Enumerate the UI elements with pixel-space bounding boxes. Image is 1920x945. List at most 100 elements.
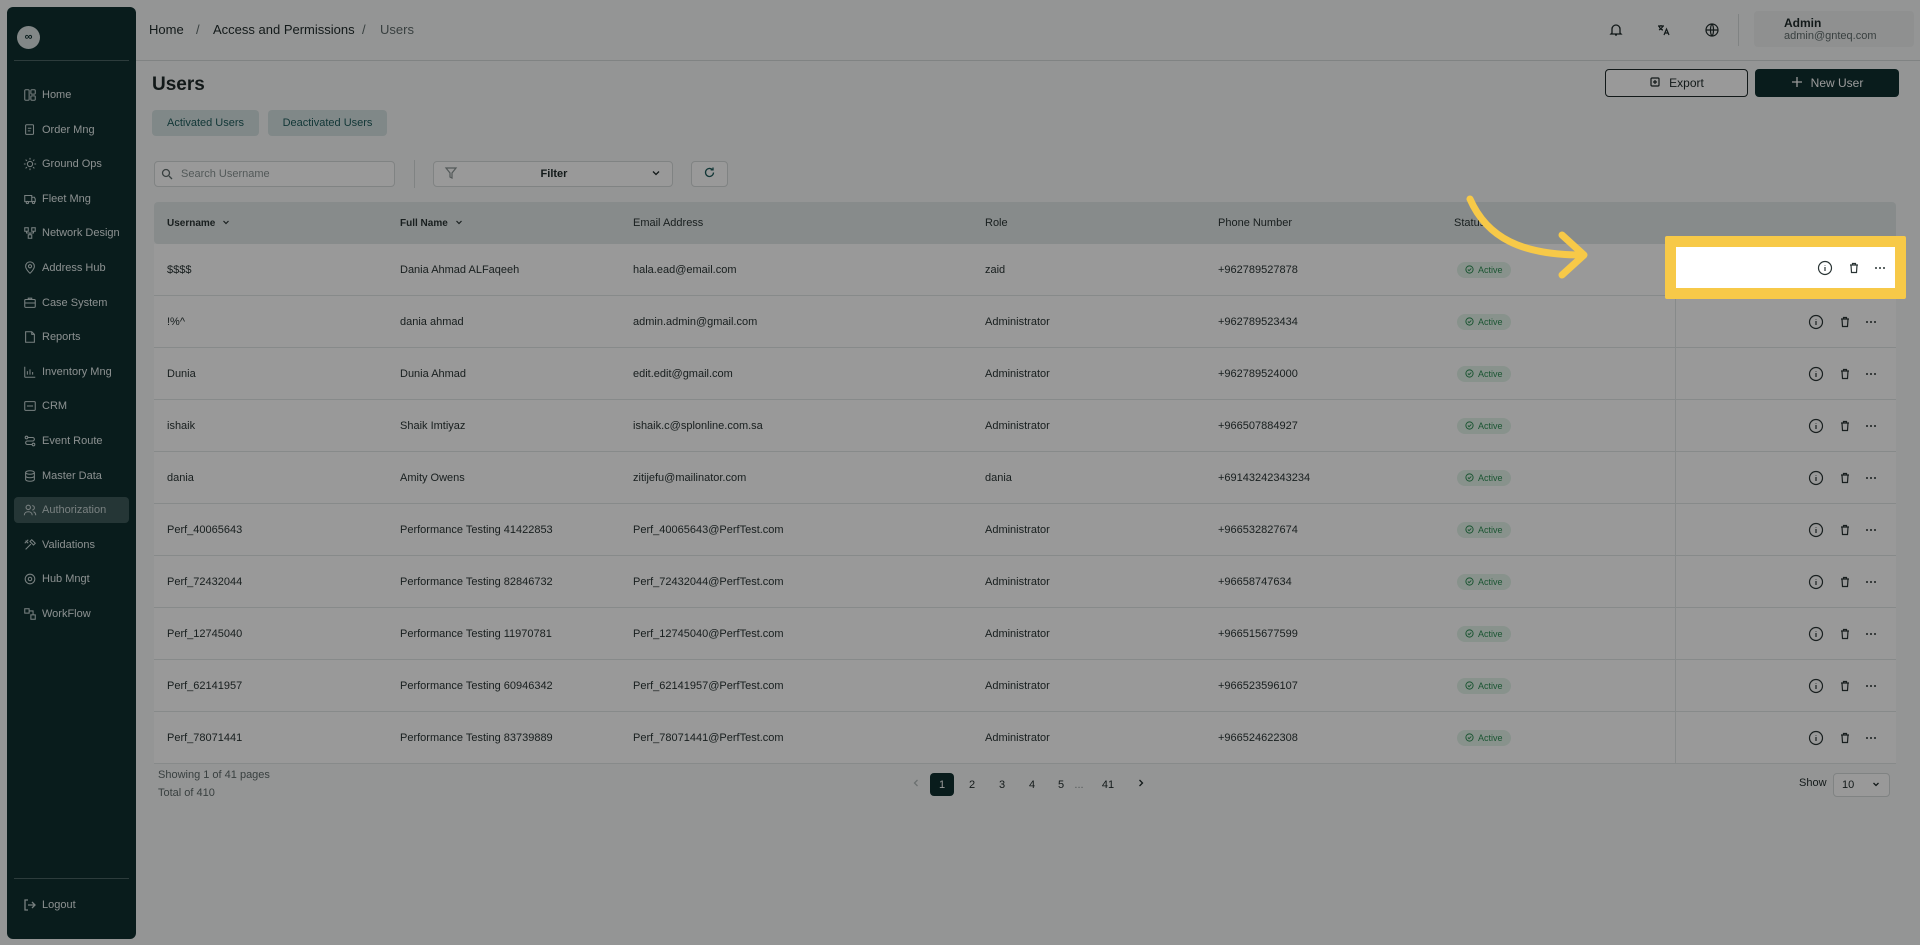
trash-icon[interactable] [1836, 313, 1854, 331]
sidebar-item-master-data[interactable]: Master Data [14, 463, 129, 489]
sidebar-item-workflow[interactable]: WorkFlow [14, 601, 129, 627]
sidebar-item-inventory-mng[interactable]: Inventory Mng [14, 359, 129, 385]
more-icon[interactable] [1862, 573, 1880, 591]
trash-icon[interactable] [1836, 625, 1854, 643]
info-icon[interactable] [1807, 417, 1825, 435]
sidebar-item-fleet-mng[interactable]: Fleet Mng [14, 186, 129, 212]
tab-activated-users[interactable]: Activated Users [152, 110, 259, 136]
check-circle-icon [1465, 316, 1474, 328]
sidebar-item-validations[interactable]: Validations [14, 532, 129, 558]
breadcrumb-home[interactable]: Home [149, 22, 184, 37]
app-logo: ∞ [17, 26, 40, 49]
cell-full-name: Performance Testing 41422853 [400, 524, 553, 536]
sidebar-item-hub-mngt[interactable]: Hub Mngt [14, 566, 129, 592]
page-button-41[interactable]: 41 [1096, 773, 1120, 796]
refresh-button[interactable] [691, 161, 728, 187]
cell-phone: +69143242343234 [1218, 472, 1311, 484]
table-row[interactable]: Perf_78071441 Performance Testing 8373988… [154, 712, 1896, 764]
status-label: Active [1478, 733, 1503, 743]
pagination-ellipsis: ... [1074, 778, 1084, 791]
trash-icon[interactable] [1836, 677, 1854, 695]
more-icon[interactable] [1871, 259, 1889, 277]
refresh-icon [703, 166, 716, 182]
sidebar-item-case-system[interactable]: Case System [14, 290, 129, 316]
trash-icon[interactable] [1836, 417, 1854, 435]
page-button-5[interactable]: 5 [1049, 773, 1073, 796]
bell-icon[interactable] [1604, 18, 1628, 42]
export-button[interactable]: Export [1605, 69, 1748, 97]
info-icon[interactable] [1807, 677, 1825, 695]
sidebar-item-reports[interactable]: Reports [14, 324, 129, 350]
page-button-3[interactable]: 3 [990, 773, 1014, 796]
trash-icon[interactable] [1836, 729, 1854, 747]
more-icon[interactable] [1862, 729, 1880, 747]
page-size-select[interactable]: 10 [1833, 773, 1890, 797]
ground-ops-icon [22, 156, 38, 172]
info-icon[interactable] [1807, 469, 1825, 487]
trash-icon[interactable] [1836, 573, 1854, 591]
column-header-username[interactable]: Username [167, 202, 231, 244]
table-row[interactable]: Perf_62141957 Performance Testing 6094634… [154, 660, 1896, 712]
trash-icon[interactable] [1836, 365, 1854, 383]
column-header-fullname[interactable]: Full Name [400, 202, 464, 244]
table-row[interactable]: ishaik Shaik Imtiyaz ishaik.c@splonline.co… [154, 400, 1896, 452]
sidebar-item-crm[interactable]: CRM [14, 393, 129, 419]
table-row[interactable]: Perf_12745040 Performance Testing 1197078… [154, 608, 1896, 660]
page-button-4[interactable]: 4 [1020, 773, 1044, 796]
cell-role: Administrator [985, 524, 1050, 536]
tab-deactivated-users[interactable]: Deactivated Users [268, 110, 387, 136]
sidebar-divider [14, 60, 129, 61]
check-circle-icon [1465, 680, 1474, 692]
logout-button[interactable]: Logout [14, 892, 129, 918]
more-icon[interactable] [1862, 521, 1880, 539]
info-icon[interactable] [1807, 521, 1825, 539]
prev-page-button[interactable] [904, 773, 928, 796]
globe-icon[interactable] [1700, 18, 1724, 42]
more-icon[interactable] [1862, 625, 1880, 643]
more-icon[interactable] [1862, 365, 1880, 383]
more-icon[interactable] [1862, 469, 1880, 487]
search-input[interactable] [181, 168, 361, 180]
report-icon [22, 329, 38, 345]
info-icon[interactable] [1807, 573, 1825, 591]
sidebar-item-home[interactable]: Home [14, 82, 129, 108]
new-user-button[interactable]: New User [1755, 69, 1899, 97]
trash-icon[interactable] [1836, 521, 1854, 539]
translate-icon[interactable] [1651, 18, 1675, 42]
filter-label: Filter [540, 168, 568, 180]
sidebar-item-authorization[interactable]: Authorization [14, 497, 129, 524]
info-icon[interactable] [1807, 365, 1825, 383]
sidebar-item-address-hub[interactable]: Address Hub [14, 255, 129, 281]
info-icon[interactable] [1807, 625, 1825, 643]
table-row[interactable]: Perf_40065643 Performance Testing 4142285… [154, 504, 1896, 556]
table-row[interactable]: dania Amity Owens zitijefu@mailinator.com d… [154, 452, 1896, 504]
cell-full-name: Performance Testing 82846732 [400, 576, 553, 588]
user-profile[interactable]: Admin admin@gnteq.com [1754, 11, 1914, 47]
breadcrumb-access[interactable]: Access and Permissions [213, 22, 355, 37]
sidebar-item-order-mng[interactable]: Order Mng [14, 117, 129, 143]
table-row[interactable]: Dunia Dunia Ahmad edit.edit@gmail.com Admin… [154, 348, 1896, 400]
info-icon[interactable] [1816, 259, 1834, 277]
info-icon[interactable] [1807, 313, 1825, 331]
page-button-1[interactable]: 1 [930, 773, 954, 796]
trash-icon[interactable] [1845, 259, 1863, 277]
check-circle-icon [1465, 628, 1474, 640]
table-row[interactable]: !%^ dania ahmad admin.admin@gmail.com Admin… [154, 296, 1896, 348]
cell-full-name: Performance Testing 83739889 [400, 732, 553, 744]
more-icon[interactable] [1862, 313, 1880, 331]
filter-dropdown[interactable]: Filter [433, 161, 673, 187]
info-icon[interactable] [1807, 729, 1825, 747]
table-row[interactable]: $$$$ Dania Ahmad ALFaqeeh hala.ead@email.c… [154, 244, 1896, 296]
sidebar-item-ground-ops[interactable]: Ground Ops [14, 151, 129, 177]
order-icon [22, 122, 38, 138]
more-icon[interactable] [1862, 677, 1880, 695]
search-field[interactable] [154, 161, 395, 187]
sidebar-item-event-route[interactable]: Event Route [14, 428, 129, 454]
sidebar-item-network-design[interactable]: Network Design [14, 220, 129, 246]
more-icon[interactable] [1862, 417, 1880, 435]
trash-icon[interactable] [1836, 469, 1854, 487]
next-page-button[interactable] [1129, 773, 1153, 796]
page-button-2[interactable]: 2 [960, 773, 984, 796]
topbar-divider [1738, 14, 1739, 46]
table-row[interactable]: Perf_72432044 Performance Testing 8284673… [154, 556, 1896, 608]
